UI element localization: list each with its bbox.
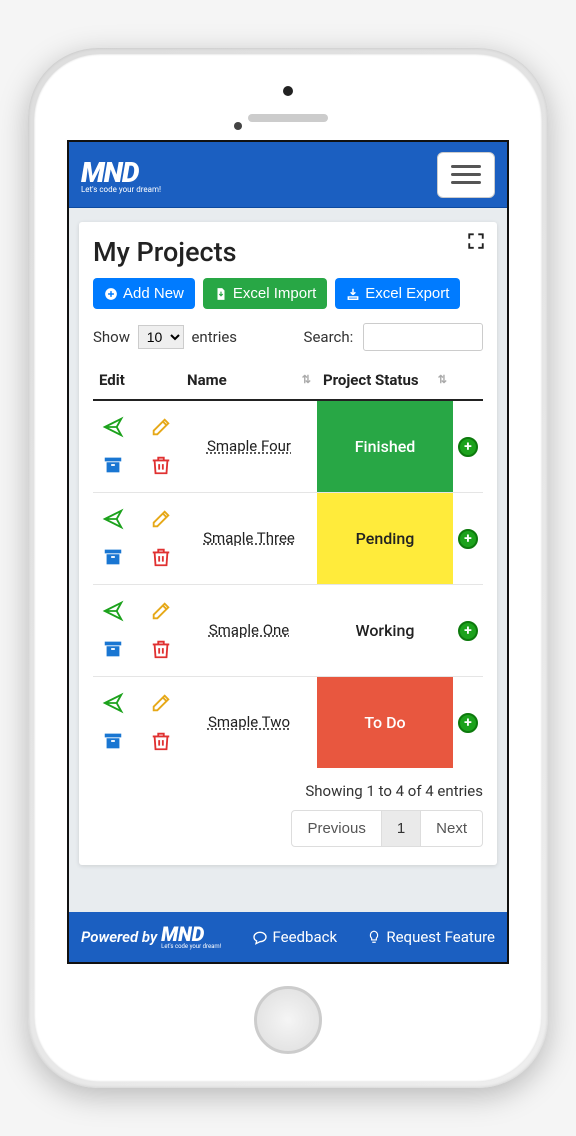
name-cell: Smaple Four — [181, 400, 317, 492]
expand-cell: + — [453, 676, 483, 768]
project-link[interactable]: Smaple One — [209, 621, 290, 639]
trash-icon[interactable] — [150, 546, 172, 568]
archive-icon[interactable] — [102, 730, 124, 752]
request-feature-link[interactable]: Request Feature — [367, 928, 495, 946]
phone-frame: MND Let's code your dream! My Projects — [28, 48, 548, 1088]
content-area: My Projects Add New Excel Import Exc — [69, 208, 507, 912]
trash-icon[interactable] — [150, 730, 172, 752]
powered-by: Powered by MND Let's code your dream! — [81, 924, 221, 950]
file-import-icon — [214, 287, 228, 301]
name-cell: Smaple Two — [181, 676, 317, 768]
plus-circle-icon — [104, 287, 118, 301]
feedback-link[interactable]: Feedback — [252, 928, 338, 946]
app-header: MND Let's code your dream! — [69, 142, 507, 208]
edit-icon[interactable] — [150, 508, 172, 530]
expand-cell: + — [453, 492, 483, 584]
table-row: Smaple Two To Do+ — [93, 676, 483, 768]
page-title: My Projects — [93, 236, 483, 268]
col-status[interactable]: Project Status — [317, 361, 453, 400]
send-icon[interactable] — [102, 692, 124, 714]
project-link[interactable]: Smaple Three — [203, 529, 295, 547]
pager-prev[interactable]: Previous — [291, 810, 381, 847]
pagination: Previous 1 Next — [93, 810, 483, 847]
status-cell: To Do — [317, 676, 453, 768]
project-link[interactable]: Smaple Two — [208, 713, 290, 731]
expand-cell: + — [453, 400, 483, 492]
table-controls: Show 10 entries Search: — [93, 323, 483, 351]
name-cell: Smaple One — [181, 584, 317, 676]
trash-icon[interactable] — [150, 638, 172, 660]
status-cell: Finished — [317, 400, 453, 492]
search-label: Search: — [304, 328, 354, 346]
col-edit: Edit — [93, 361, 181, 400]
app-footer: Powered by MND Let's code your dream! Fe… — [69, 912, 507, 962]
pager-next[interactable]: Next — [421, 810, 483, 847]
edit-icon[interactable] — [150, 416, 172, 438]
send-icon[interactable] — [102, 416, 124, 438]
phone-sensor — [234, 122, 242, 130]
expand-row-button[interactable]: + — [458, 437, 478, 457]
projects-card: My Projects Add New Excel Import Exc — [79, 222, 497, 865]
hamburger-icon — [451, 165, 481, 168]
search-box: Search: — [304, 323, 483, 351]
entries-selector: Show 10 entries — [93, 325, 237, 349]
status-cell: Pending — [317, 492, 453, 584]
send-icon[interactable] — [102, 600, 124, 622]
pager-page-1[interactable]: 1 — [382, 810, 421, 847]
excel-export-button[interactable]: Excel Export — [335, 278, 460, 309]
screen: MND Let's code your dream! My Projects — [67, 140, 509, 964]
trash-icon[interactable] — [150, 454, 172, 476]
action-buttons: Add New Excel Import Excel Export — [93, 278, 483, 309]
entries-select[interactable]: 10 — [138, 325, 184, 349]
expand-row-button[interactable]: + — [458, 621, 478, 641]
projects-table: Edit Name Project Status Smaple Four Fini… — [93, 361, 483, 768]
archive-icon[interactable] — [102, 546, 124, 568]
archive-icon[interactable] — [102, 638, 124, 660]
expand-row-button[interactable]: + — [458, 713, 478, 733]
download-icon — [346, 287, 360, 301]
expand-cell: + — [453, 584, 483, 676]
brand-subtitle: Let's code your dream! — [81, 185, 161, 194]
chat-icon — [252, 929, 268, 945]
fullscreen-icon[interactable] — [467, 232, 485, 250]
menu-button[interactable] — [437, 152, 495, 198]
table-row: Smaple One Working+ — [93, 584, 483, 676]
phone-speaker — [248, 114, 328, 122]
send-icon[interactable] — [102, 508, 124, 530]
lightbulb-icon — [367, 930, 381, 944]
archive-icon[interactable] — [102, 454, 124, 476]
status-cell: Working — [317, 584, 453, 676]
phone-camera — [283, 86, 293, 96]
project-link[interactable]: Smaple Four — [207, 437, 291, 455]
search-input[interactable] — [363, 323, 483, 351]
brand-main: MND — [81, 156, 138, 189]
add-new-button[interactable]: Add New — [93, 278, 195, 309]
table-row: Smaple Three Pending+ — [93, 492, 483, 584]
edit-cell — [93, 400, 181, 492]
name-cell: Smaple Three — [181, 492, 317, 584]
edit-icon[interactable] — [150, 692, 172, 714]
edit-cell — [93, 492, 181, 584]
table-row: Smaple Four Finished+ — [93, 400, 483, 492]
expand-row-button[interactable]: + — [458, 529, 478, 549]
edit-cell — [93, 676, 181, 768]
edit-cell — [93, 584, 181, 676]
home-button[interactable] — [254, 986, 322, 1054]
table-info: Showing 1 to 4 of 4 entries — [93, 782, 483, 800]
brand-logo: MND Let's code your dream! — [81, 156, 161, 194]
col-name[interactable]: Name — [181, 361, 317, 400]
edit-icon[interactable] — [150, 600, 172, 622]
excel-import-button[interactable]: Excel Import — [203, 278, 327, 309]
